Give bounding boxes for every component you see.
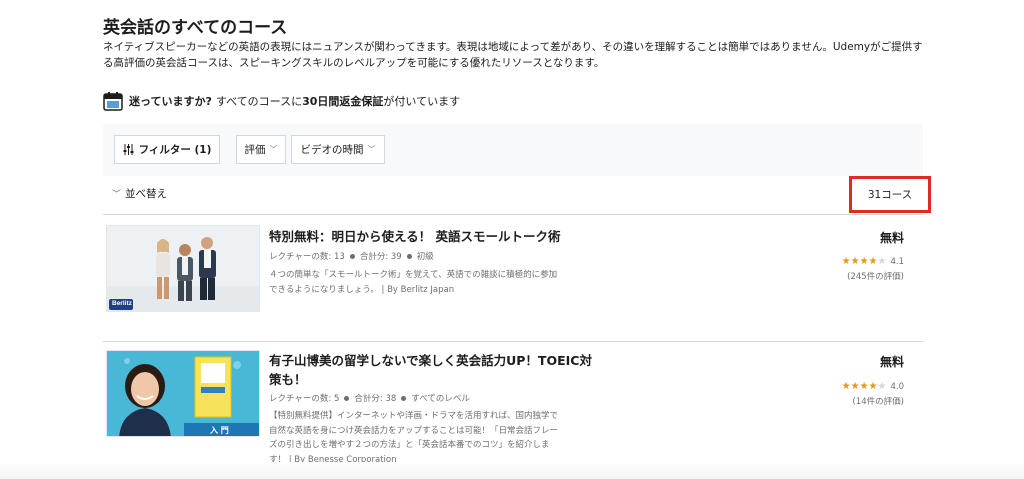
page-description: ネイティブスピーカーなどの英語の表現にはニュアンスが関わってきます。表現は地域に… [103,41,923,69]
guarantee-mid: すべてのコースに [215,95,303,108]
guarantee-lead: 迷っていますか? [129,95,212,108]
course-meta: レクチャーの数: 13 合計分: 39 初級 [269,250,434,262]
course-lectures: レクチャーの数: 5 [269,394,340,404]
sort-label: 並べ替え [125,188,168,200]
thumb-label: 入 門 [210,426,229,435]
sliders-icon [123,144,134,155]
course-card[interactable]: Berlitz 特別無料：明日から使える！ 英語スモールトーク術 レクチャーの数… [103,215,923,341]
course-price: 無料 [879,355,904,369]
course-total: 合計分: 39 [359,252,402,262]
course-price: 無料 [879,231,904,245]
course-reviews: (245件の評価) [847,272,904,282]
course-rating-value: 4.0 [890,381,904,392]
filter-button[interactable]: フィルター (1) [114,135,220,164]
course-lectures: レクチャーの数: 13 [269,252,345,262]
guarantee-tail: が付いています [383,95,461,108]
results-count: 31コース [849,176,931,213]
star-rating-icon: ★★★★★ [841,256,887,267]
sort-dropdown[interactable]: ﹀ 並べ替え [112,186,167,201]
course-level: すべてのレベル [411,394,470,404]
course-rating: ★★★★★ 4.0 [842,381,904,392]
rating-dropdown-label: 評価 [244,144,266,156]
star-rating-icon: ★★★★★ [841,381,887,392]
course-reviews: (14件の評価) [852,397,904,407]
course-thumbnail[interactable]: 入 門 [106,350,260,437]
video-duration-label: ビデオの時間 [300,144,364,156]
results-count-label: 31コース [867,189,913,201]
rating-dropdown[interactable]: 評価 ﹀ [236,135,286,164]
chevron-down-icon: ﹀ [367,145,376,154]
course-card[interactable]: 入 門 有子山博美の留学しないで楽しく英会話力UP！TOEIC対策も！ レクチャ… [103,342,923,465]
guarantee-bold: 30日間返金保証 [302,95,384,108]
course-title[interactable]: 特別無料：明日から使える！ 英語スモールトーク術 [269,227,599,246]
course-rating-value: 4.1 [890,256,904,267]
calendar-30-icon [103,91,123,111]
page-title: 英会話のすべてのコース [103,18,288,38]
filter-bar: フィルター (1) 評価 ﹀ ビデオの時間 ﹀ [103,124,923,176]
course-description: 【特別無料提供】インターネットや洋画・ドラマを活用すれば、国内独学で自然な英語を… [269,411,559,465]
course-total: 合計分: 38 [354,394,397,404]
video-duration-dropdown[interactable]: ビデオの時間 ﹀ [291,135,385,164]
chevron-down-icon: ﹀ [112,190,122,200]
chevron-down-icon: ﹀ [269,145,278,154]
course-rating: ★★★★★ 4.1 [842,256,904,267]
course-thumbnail[interactable]: Berlitz [106,225,260,312]
course-title[interactable]: 有子山博美の留学しないで楽しく英会話力UP！TOEIC対策も！ [269,351,599,389]
course-level: 初級 [416,252,434,262]
course-description: ４つの簡単な「スモールトーク術」を覚えて、英語での雑談に積極的に参加できるように… [269,270,558,295]
filter-button-label: フィルター (1) [138,144,212,156]
thumb-badge: Berlitz [112,300,132,307]
course-meta: レクチャーの数: 5 合計分: 38 すべてのレベル [269,392,470,404]
bottom-fade [0,462,1024,479]
money-back-guarantee: 迷っていますか? すべてのコースに 30日間返金保証 が付いています [103,90,460,112]
